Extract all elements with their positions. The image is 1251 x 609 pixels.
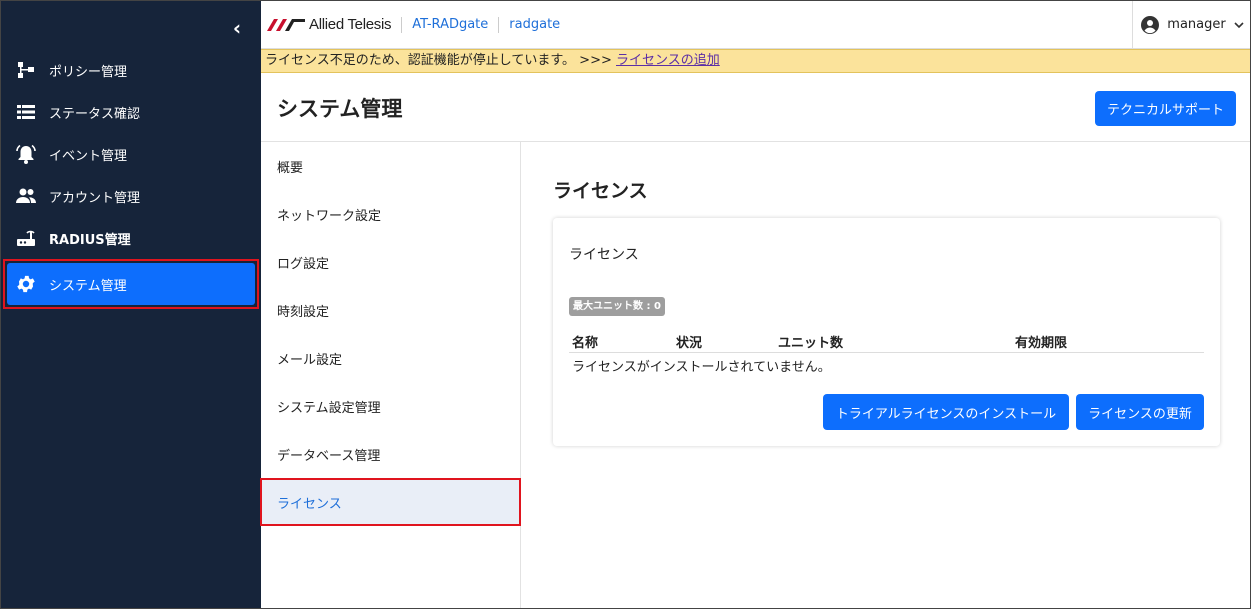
license-alert: ライセンス不足のため、認証機能が停止しています。 >>> ライセンスの追加 [261,49,1250,73]
brand-logo: Allied Telesis [267,16,392,33]
section-title: ライセンス [553,180,648,202]
sidebar-item-accounts[interactable]: アカウント管理 [1,175,261,217]
sidebar-item-radius[interactable]: RADIUS管理 [1,217,261,259]
router-icon [15,227,37,249]
sidebar-item-system-active: システム管理 [7,263,255,305]
divider [498,16,500,33]
brand-name: Allied Telesis [309,16,392,33]
sidebar-item-label: RADIUS管理 [49,232,131,248]
column-header-units: ユニット数 [778,335,844,351]
subnav-item-time[interactable]: 時刻設定 [261,286,520,334]
sidebar-item-status[interactable]: ステータス確認 [1,91,261,133]
user-name: manager [1167,17,1226,32]
sidebar-item-events[interactable]: イベント管理 [1,133,261,175]
breadcrumb-product[interactable]: AT-RADgate [412,17,488,32]
sidebar-item-label: ポリシー管理 [49,64,128,80]
allied-telesis-logo-icon [267,18,305,31]
subnav-item-overview[interactable]: 概要 [261,142,520,190]
sidebar-item-policy[interactable]: ポリシー管理 [1,49,261,91]
alert-message: ライセンス不足のため、認証機能が停止しています。 >>> [265,53,616,68]
main-content: ライセンス ライセンス 最大ユニット数 : 0 名称 状況 ユニット数 有効期限… [521,142,1250,608]
column-header-name: 名称 [572,335,599,351]
add-license-link[interactable]: ライセンスの追加 [616,53,720,68]
sidebar-item-system[interactable]: システム管理 [3,259,259,309]
top-bar: Allied Telesis AT-RADgate radgate manage… [261,1,1250,49]
technical-support-button[interactable]: テクニカルサポート [1095,91,1236,126]
sidebar-item-label: システム管理 [49,278,127,294]
subnav-item-mail[interactable]: メール設定 [261,334,520,382]
divider [401,16,403,33]
app-window: ‹ ポリシー管理 ステータス確認 イベント管理 アカウント管理 RADIUS管理… [0,0,1251,609]
table-header: 名称 状況 ユニット数 有効期限 [569,330,1204,353]
list-icon [15,101,37,123]
system-subnav: 概要 ネットワーク設定 ログ設定 時刻設定 メール設定 システム設定管理 データ… [260,142,521,608]
breadcrumb-host[interactable]: radgate [509,17,560,32]
sidebar: ‹ ポリシー管理 ステータス確認 イベント管理 アカウント管理 RADIUS管理… [1,1,261,608]
column-header-expiry: 有効期限 [1015,335,1068,351]
column-header-status: 状況 [676,335,703,351]
sidebar-item-label: アカウント管理 [49,190,141,206]
users-icon [15,185,37,207]
collapse-sidebar-button[interactable]: ‹ [227,17,247,39]
card-title: ライセンス [569,247,639,263]
sidebar-nav: ポリシー管理 ステータス確認 イベント管理 アカウント管理 RADIUS管理 シ… [1,49,261,309]
subnav-item-log[interactable]: ログ設定 [261,238,520,286]
install-trial-license-button[interactable]: トライアルライセンスのインストール [823,394,1069,430]
sidebar-item-label: ステータス確認 [49,106,141,122]
subnav-item-license[interactable]: ライセンス [260,478,521,526]
license-table: 名称 状況 ユニット数 有効期限 ライセンスがインストールされていません。 [569,330,1204,377]
table-empty-row: ライセンスがインストールされていません。 [572,359,831,375]
max-units-badge: 最大ユニット数 : 0 [569,297,665,316]
policy-tree-icon [15,59,37,81]
alarm-bell-icon [15,143,37,165]
subnav-item-network[interactable]: ネットワーク設定 [261,190,520,238]
sidebar-item-label: イベント管理 [49,148,128,164]
page-title: システム管理 [277,97,403,121]
gear-icon [15,273,37,295]
user-menu[interactable]: manager [1132,1,1250,48]
subnav-item-system-config[interactable]: システム設定管理 [261,382,520,430]
page-header: システム管理 テクニカルサポート [261,73,1250,142]
subnav-item-database[interactable]: データベース管理 [261,430,520,478]
account-circle-icon [1141,15,1160,34]
update-license-button[interactable]: ライセンスの更新 [1076,394,1204,430]
license-card: ライセンス 最大ユニット数 : 0 名称 状況 ユニット数 有効期限 ライセンス… [553,218,1220,446]
chevron-down-icon [1234,21,1244,28]
